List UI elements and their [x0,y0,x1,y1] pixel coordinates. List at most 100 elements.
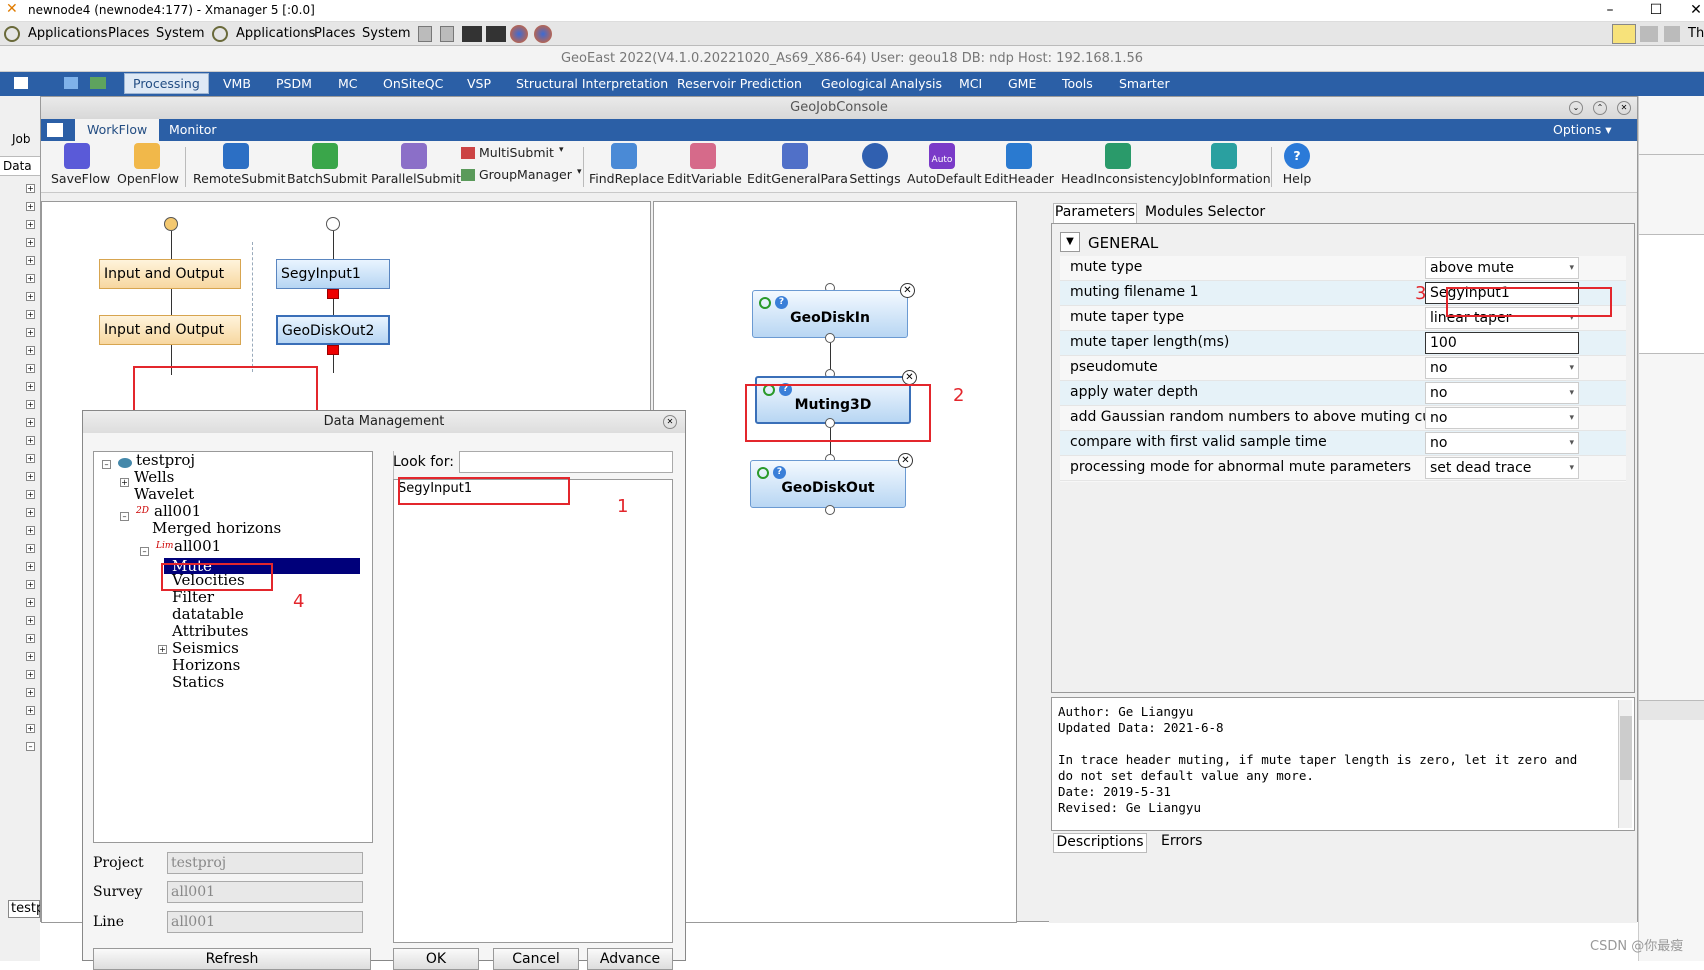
parallelsubmit-button[interactable]: ParallelSubmit [371,143,461,186]
expander[interactable]: + [26,580,35,589]
abnormal-mode-select[interactable]: set dead trace ▾ [1425,457,1579,479]
tree-testproj[interactable]: testproj [136,451,195,469]
remove-module-icon[interactable]: ✕ [902,370,917,385]
remove-module-icon[interactable]: ✕ [898,453,913,468]
tray-lock-icon[interactable] [1612,24,1636,44]
expander[interactable]: + [26,274,35,283]
expander[interactable]: + [26,598,35,607]
batchsubmit-button[interactable]: BatchSubmit [287,143,367,186]
expand-icon[interactable]: ⌃ [1593,101,1607,115]
collapse-icon[interactable]: – [140,547,149,556]
taper-length-input[interactable]: 100 [1425,332,1579,354]
expander[interactable]: + [26,436,35,445]
water-depth-select[interactable]: no ▾ [1425,382,1579,404]
flow-node-input-output[interactable]: Input and Output [99,259,241,289]
close-icon[interactable]: ✕ [1676,0,1704,22]
expander[interactable]: + [26,184,35,193]
pseudomute-select[interactable]: no ▾ [1425,357,1579,379]
output-port[interactable] [825,505,835,515]
findreplace-button[interactable]: FindReplace [589,143,664,186]
menu-psdm[interactable]: PSDM [276,76,312,91]
tab-parameters[interactable]: Parameters [1053,203,1137,223]
console-close-icon[interactable]: ✕ [1617,101,1631,115]
cancel-button[interactable]: Cancel [493,948,579,970]
expander[interactable]: + [26,328,35,337]
expander[interactable]: + [26,670,35,679]
expander[interactable]: + [26,508,35,517]
start-node-circle[interactable] [164,217,178,231]
expander[interactable]: – [26,742,35,751]
app-menu-icon[interactable] [14,77,28,89]
module-geodiskout[interactable]: ? ✕ GeoDiskOut [750,453,913,508]
firefox-icon[interactable] [510,25,528,43]
description-scrollbar[interactable] [1618,700,1632,828]
autodefault-button[interactable]: Auto AutoDefault [907,143,982,186]
tree-datatable[interactable]: datatable [172,605,244,623]
dialog-close-icon[interactable]: ✕ [663,415,677,429]
expander[interactable]: + [26,418,35,427]
jobinformation-button[interactable]: JobInformation [1179,143,1271,186]
mute-type-select[interactable]: above mute ▾ [1425,257,1579,279]
expander[interactable]: + [26,562,35,571]
expander[interactable]: + [26,454,35,463]
firefox-icon-2[interactable] [534,25,552,43]
tree-all001-line[interactable]: all001 [174,537,221,555]
expand-icon[interactable]: + [120,478,129,487]
gaussian-select[interactable]: no ▾ [1425,407,1579,429]
editheader-button[interactable]: EditHeader [983,143,1055,186]
collapse-icon[interactable]: ⌄ [1569,101,1583,115]
collapse-icon[interactable]: – [102,460,111,469]
menu-system[interactable]: System [156,26,204,41]
settings-button[interactable]: Settings [849,143,901,186]
left-panel-tab[interactable]: testp [8,900,44,918]
look-for-input[interactable] [459,451,673,473]
expander[interactable]: + [26,382,35,391]
expander[interactable]: + [26,652,35,661]
menu-geological[interactable]: Geological Analysis [821,76,942,91]
tree-statics[interactable]: Statics [172,673,224,691]
menu-system-2[interactable]: System [362,26,410,41]
menu-vsp[interactable]: VSP [467,76,491,91]
expander[interactable]: + [26,220,35,229]
network-icon[interactable] [1664,26,1680,42]
flow-node-geodiskout2[interactable]: GeoDiskOut2 [276,315,390,345]
layout-icon[interactable] [90,77,106,89]
expander[interactable]: + [26,202,35,211]
menu-gme[interactable]: GME [1008,76,1036,91]
headinconsistency-button[interactable]: HeadInconsistency [1061,143,1179,186]
expander[interactable]: + [26,310,35,319]
collapse-section-icon[interactable]: ▼ [1060,232,1080,252]
menu-mc[interactable]: MC [338,76,358,91]
advance-button[interactable]: Advance [587,948,673,970]
scroll-thumb[interactable] [1620,716,1632,780]
tab-errors[interactable]: Errors [1161,833,1202,849]
tree-wells[interactable]: Wells [134,468,174,486]
expander[interactable]: + [26,292,35,301]
expander[interactable]: + [26,472,35,481]
flow-node-input-output-2[interactable]: Input and Output [99,315,241,345]
volume-icon[interactable] [1640,26,1658,42]
menu-processing[interactable]: Processing [124,73,209,94]
expander[interactable]: + [26,346,35,355]
help-small-icon[interactable]: ? [773,466,786,479]
help-button[interactable]: ? Help [1277,143,1317,186]
menu-places[interactable]: Places [108,26,149,41]
expander[interactable]: + [26,688,35,697]
tab-monitor[interactable]: Monitor [157,119,229,141]
tree-attributes[interactable]: Attributes [172,622,248,640]
editvariable-button[interactable]: EditVariable [667,143,742,186]
segy-start-circle[interactable] [326,217,340,231]
tab-modules-selector[interactable]: Modules Selector [1145,204,1265,220]
tab-workflow[interactable]: WorkFlow [75,119,160,141]
tree-all001-survey[interactable]: all001 [154,502,201,520]
remove-module-icon[interactable]: ✕ [900,283,915,298]
expander[interactable]: + [26,238,35,247]
expand-icon[interactable]: + [158,645,167,654]
tree-horizons[interactable]: Horizons [172,656,240,674]
menu-reservoir[interactable]: Reservoir Prediction [677,76,802,91]
tab-descriptions[interactable]: Descriptions [1053,833,1147,853]
expander[interactable]: + [26,364,35,373]
expander[interactable]: + [26,490,35,499]
editgeneralpara-button[interactable]: EditGeneralPara [747,143,848,186]
power-icon[interactable] [759,297,771,309]
